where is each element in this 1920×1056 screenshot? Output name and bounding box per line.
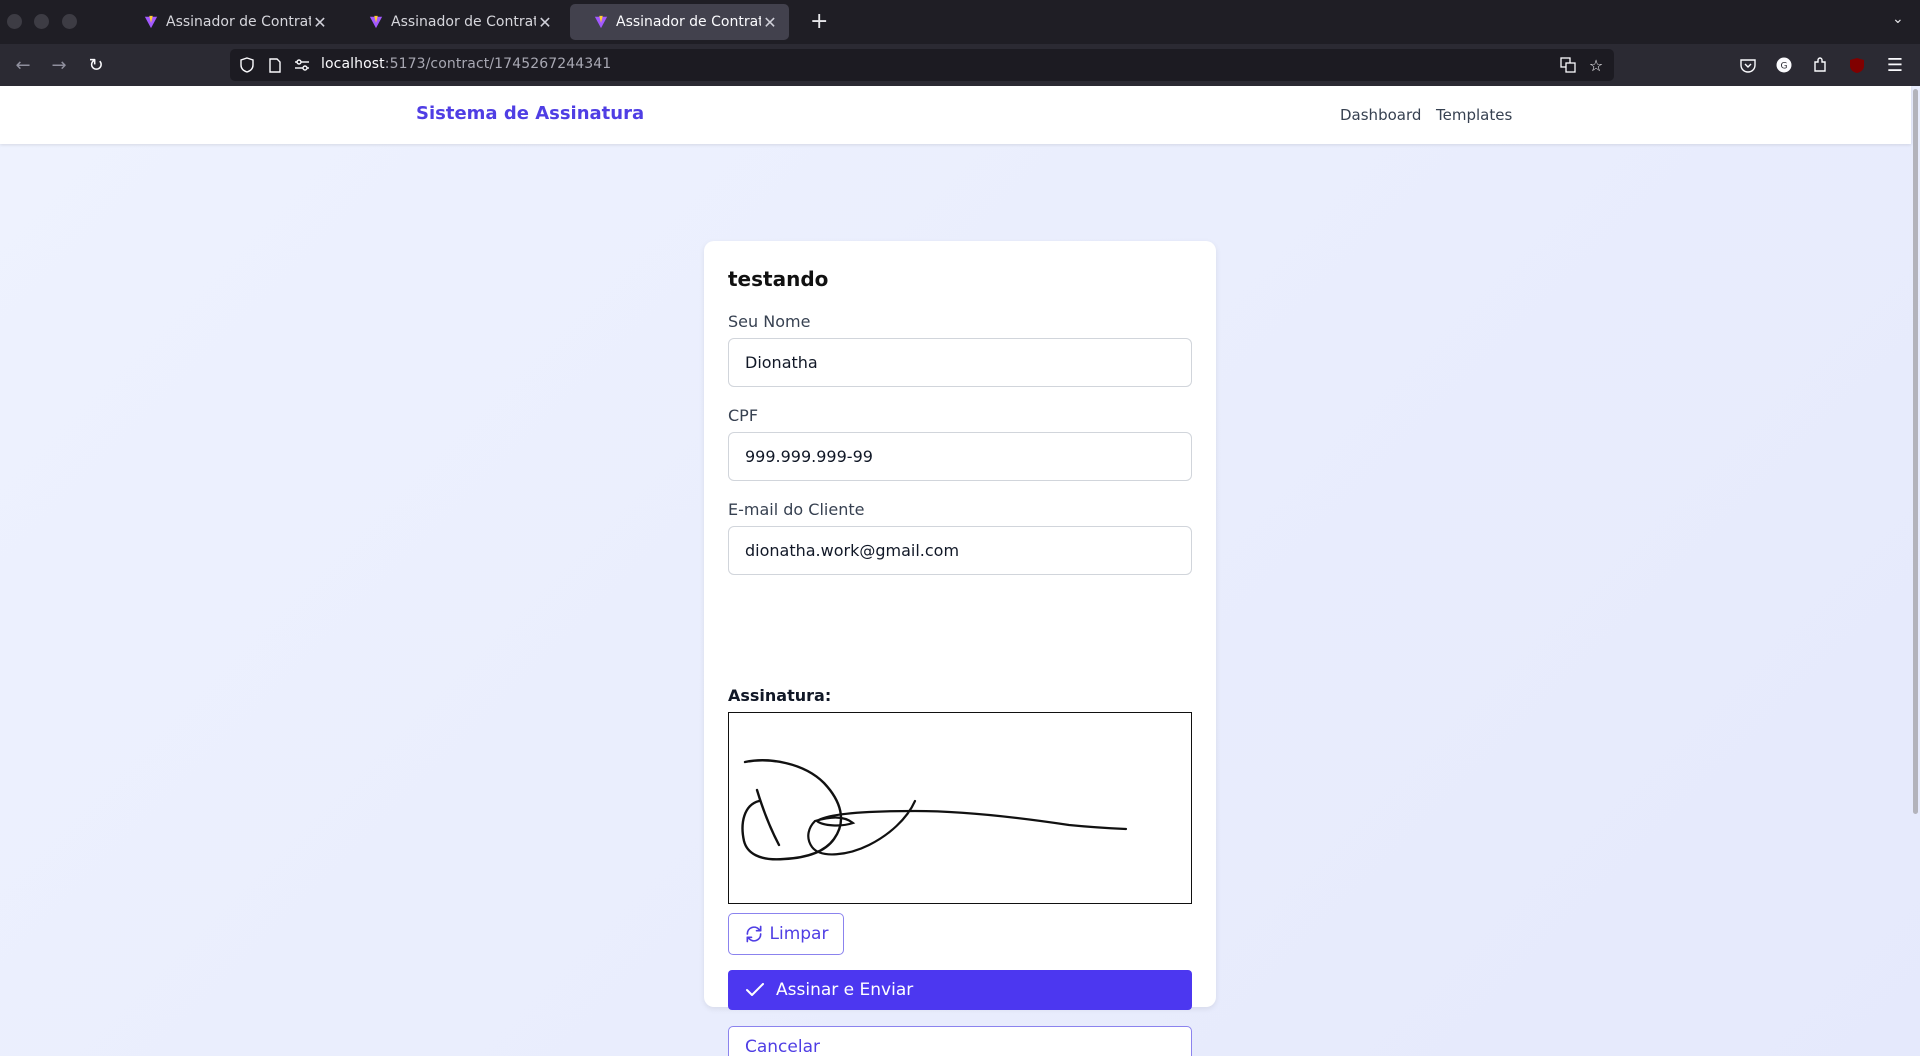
nav-link-dashboard[interactable]: Dashboard — [1340, 106, 1421, 124]
url-text[interactable]: localhost:5173/contract/1745267244341 — [321, 56, 611, 72]
window-maximize-dot[interactable] — [62, 14, 77, 29]
signature-form-card: testando Seu Nome CPF E-mail do Cliente … — [704, 241, 1216, 1056]
vite-favicon-icon — [369, 15, 383, 29]
shield-icon[interactable] — [238, 56, 256, 74]
new-tab-icon[interactable]: + — [810, 9, 828, 34]
contract-title: testando — [728, 267, 829, 291]
scrollbar-thumb[interactable] — [1913, 89, 1918, 814]
tab-title: Assinador de Contratos — [166, 14, 311, 30]
browser-tab-bar: Assinador de Contratos ✕ Assinador de Co… — [0, 0, 1920, 44]
forward-icon[interactable]: → — [48, 54, 70, 76]
tab-close-icon[interactable]: ✕ — [536, 13, 554, 32]
cpf-input[interactable] — [728, 432, 1192, 481]
url-path: :5173/contract/1745267244341 — [384, 56, 612, 72]
pocket-icon[interactable] — [1737, 54, 1759, 76]
refresh-icon — [746, 925, 762, 943]
signature-stroke — [741, 759, 1128, 861]
tab-close-icon[interactable]: ✕ — [311, 13, 329, 32]
name-input[interactable] — [728, 338, 1192, 387]
menu-icon[interactable]: ☰ — [1884, 54, 1906, 76]
browser-tab[interactable]: Assinador de Contratos ✕ — [120, 4, 339, 40]
back-icon[interactable]: ← — [12, 54, 34, 76]
window-close-dot[interactable] — [7, 14, 22, 29]
signature-canvas[interactable] — [728, 712, 1192, 904]
clear-button-label: Limpar — [769, 924, 829, 944]
tab-close-icon[interactable]: ✕ — [761, 13, 779, 32]
browser-nav-bar: ← → ↻ localhost:5173/contract/1745267244… — [0, 44, 1920, 86]
signature-label: Assinatura: — [728, 686, 832, 705]
tab-title: Assinador de Contratos — [391, 14, 536, 30]
cancel-button-label: Cancelar — [745, 1037, 820, 1056]
extensions-icon[interactable] — [1809, 54, 1831, 76]
browser-tab-active[interactable]: Assinador de Contratos ✕ — [570, 4, 789, 40]
window-minimize-dot[interactable] — [34, 14, 49, 29]
permissions-icon[interactable] — [293, 56, 311, 74]
app-header: Sistema de Assinatura Dashboard Template… — [0, 86, 1911, 144]
page-icon[interactable] — [266, 56, 284, 74]
name-label: Seu Nome — [728, 312, 811, 331]
browser-tab[interactable]: Assinador de Contratos ✕ — [345, 4, 564, 40]
vite-favicon-icon — [144, 15, 158, 29]
nav-link-templates[interactable]: Templates — [1436, 106, 1512, 124]
svg-text:G: G — [1781, 62, 1788, 72]
check-icon — [746, 983, 764, 996]
tab-title: Assinador de Contratos — [616, 14, 761, 30]
cancel-button[interactable]: Cancelar — [728, 1026, 1192, 1056]
translate-icon[interactable] — [1559, 56, 1577, 74]
sign-and-send-button[interactable]: Assinar e Enviar — [728, 970, 1192, 1010]
vite-favicon-icon — [594, 15, 608, 29]
sign-button-label: Assinar e Enviar — [776, 980, 914, 1000]
cpf-label: CPF — [728, 406, 759, 425]
reload-icon[interactable]: ↻ — [85, 54, 107, 76]
url-host: localhost — [321, 56, 385, 72]
page-scrollbar[interactable] — [1911, 86, 1920, 1056]
clear-signature-button[interactable]: Limpar — [728, 913, 844, 955]
star-icon[interactable]: ☆ — [1587, 56, 1605, 75]
brand-title[interactable]: Sistema de Assinatura — [416, 103, 644, 124]
page-viewport: Sistema de Assinatura Dashboard Template… — [0, 86, 1920, 1056]
email-input[interactable] — [728, 526, 1192, 575]
ublock-icon[interactable] — [1846, 54, 1868, 76]
email-label: E-mail do Cliente — [728, 500, 865, 519]
tab-list-chevron-icon[interactable]: ⌄ — [1892, 11, 1904, 27]
url-bar[interactable]: localhost:5173/contract/1745267244341 ☆ — [230, 49, 1614, 81]
account-icon[interactable]: G — [1773, 54, 1795, 76]
